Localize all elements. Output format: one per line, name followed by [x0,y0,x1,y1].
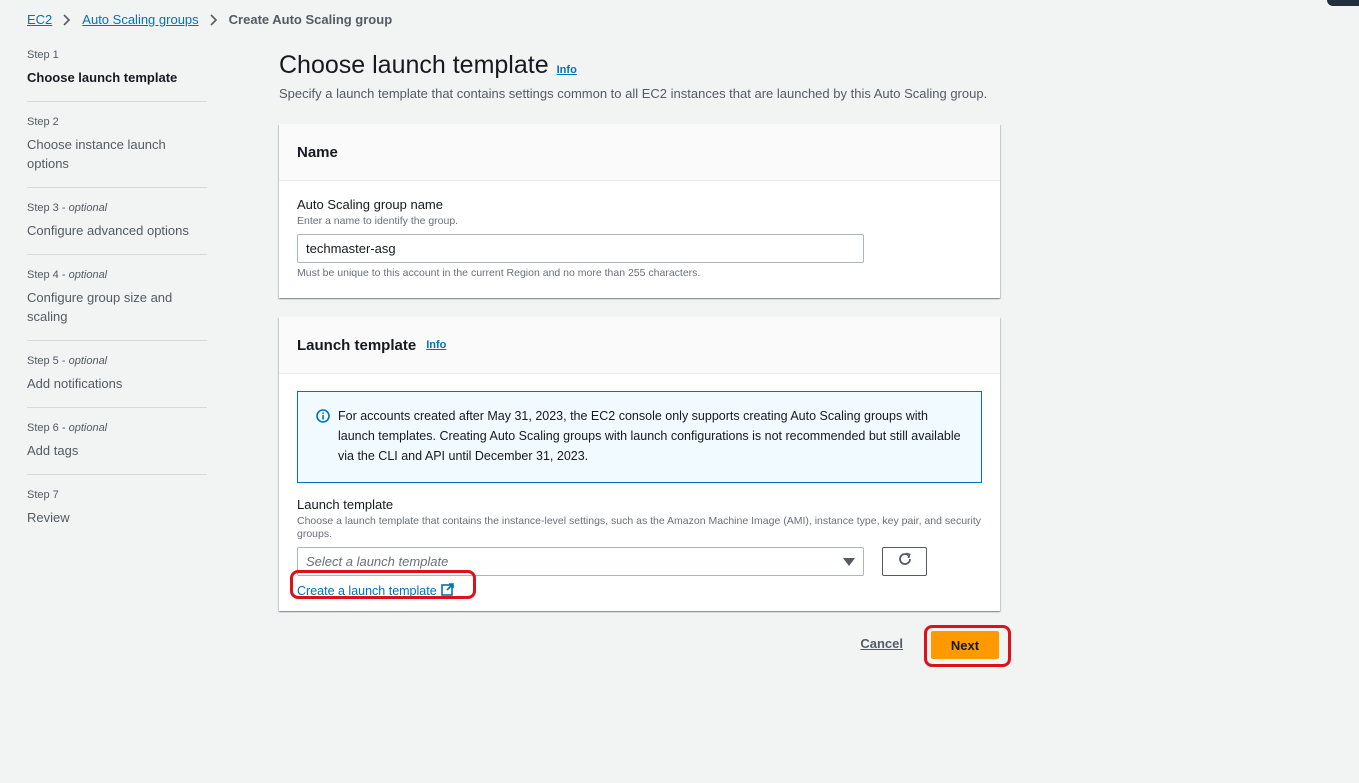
step-number: Step 1 [27,49,59,61]
chevron-right-icon [62,13,72,27]
breadcrumb-ec2[interactable]: EC2 [27,12,52,27]
page-title-row: Choose launch template Info [279,48,1000,82]
breadcrumb: EC2 Auto Scaling groups Create Auto Scal… [27,12,392,27]
panel-title: Name [297,143,338,161]
step-number: Step 6 - optional [27,422,108,434]
alert-text: For accounts created after May 31, 2023,… [338,409,961,463]
asg-name-input[interactable]: techmaster-asg [297,234,864,263]
step-title: Review [27,510,70,525]
field-label: Launch template [297,497,394,512]
page-header: Choose launch template Info Specify a la… [279,48,1000,101]
step-number: Step 2 [27,116,59,128]
step-number: Step 3 - optional [27,202,108,214]
name-panel: Name Auto Scaling group name Enter a nam… [279,124,1000,298]
field-description: Enter a name to identify the group. [297,215,459,227]
step-5[interactable]: Step 5 - optional Add notifications [27,354,207,408]
select-placeholder: Select a launch template [306,554,449,569]
field-constraint: Must be unique to this account in the cu… [297,267,701,279]
step-number: Step 7 [27,489,59,501]
panel-header: Name [279,124,1000,181]
step-2[interactable]: Step 2 Choose instance launch options [27,115,207,188]
wizard-actions: Cancel Next [279,628,1000,659]
step-number: Step 5 - optional [27,355,108,367]
field-description: Choose a launch template that contains t… [297,515,982,540]
refresh-icon [897,551,913,572]
launch-template-panel: Launch template Info For accounts create… [279,317,1000,611]
panel-header: Launch template Info [279,317,1000,374]
page-description: Specify a launch template that contains … [279,86,988,101]
wizard-steps: Step 1 Choose launch template Step 2 Cho… [27,48,207,554]
chevron-right-icon [209,13,219,27]
step-title: Add notifications [27,376,123,391]
step-1[interactable]: Step 1 Choose launch template [27,48,207,102]
page-title: Choose launch template [279,51,549,79]
step-6[interactable]: Step 6 - optional Add tags [27,421,207,475]
panel-title: Launch template [297,336,417,354]
step-title: Configure advanced options [27,223,189,238]
step-3[interactable]: Step 3 - optional Configure advanced opt… [27,201,207,255]
asg-name-value: techmaster-asg [306,241,396,256]
field-label: Auto Scaling group name [297,197,443,212]
info-link[interactable]: Info [426,339,446,351]
info-alert: For accounts created after May 31, 2023,… [297,391,982,483]
step-number: Step 4 - optional [27,269,108,281]
refresh-button[interactable] [882,547,927,576]
breadcrumb-auto-scaling-groups[interactable]: Auto Scaling groups [82,12,198,27]
highlight-next-button [924,625,1011,667]
step-4[interactable]: Step 4 - optional Configure group size a… [27,268,207,341]
step-title: Configure group size and scaling [27,290,173,324]
highlight-create-link [290,570,476,599]
breadcrumb-current: Create Auto Scaling group [228,12,393,27]
caret-down-icon [843,553,855,571]
step-7[interactable]: Step 7 Review [27,488,207,541]
panel-body: Auto Scaling group name Enter a name to … [279,181,1000,297]
step-title: Choose launch template [27,70,178,85]
info-circle-icon [316,409,330,423]
step-title: Choose instance launch options [27,137,166,171]
info-link[interactable]: Info [557,64,577,76]
step-title: Add tags [27,443,79,458]
top-right-corner [1327,0,1359,6]
cancel-button[interactable]: Cancel [860,636,903,651]
